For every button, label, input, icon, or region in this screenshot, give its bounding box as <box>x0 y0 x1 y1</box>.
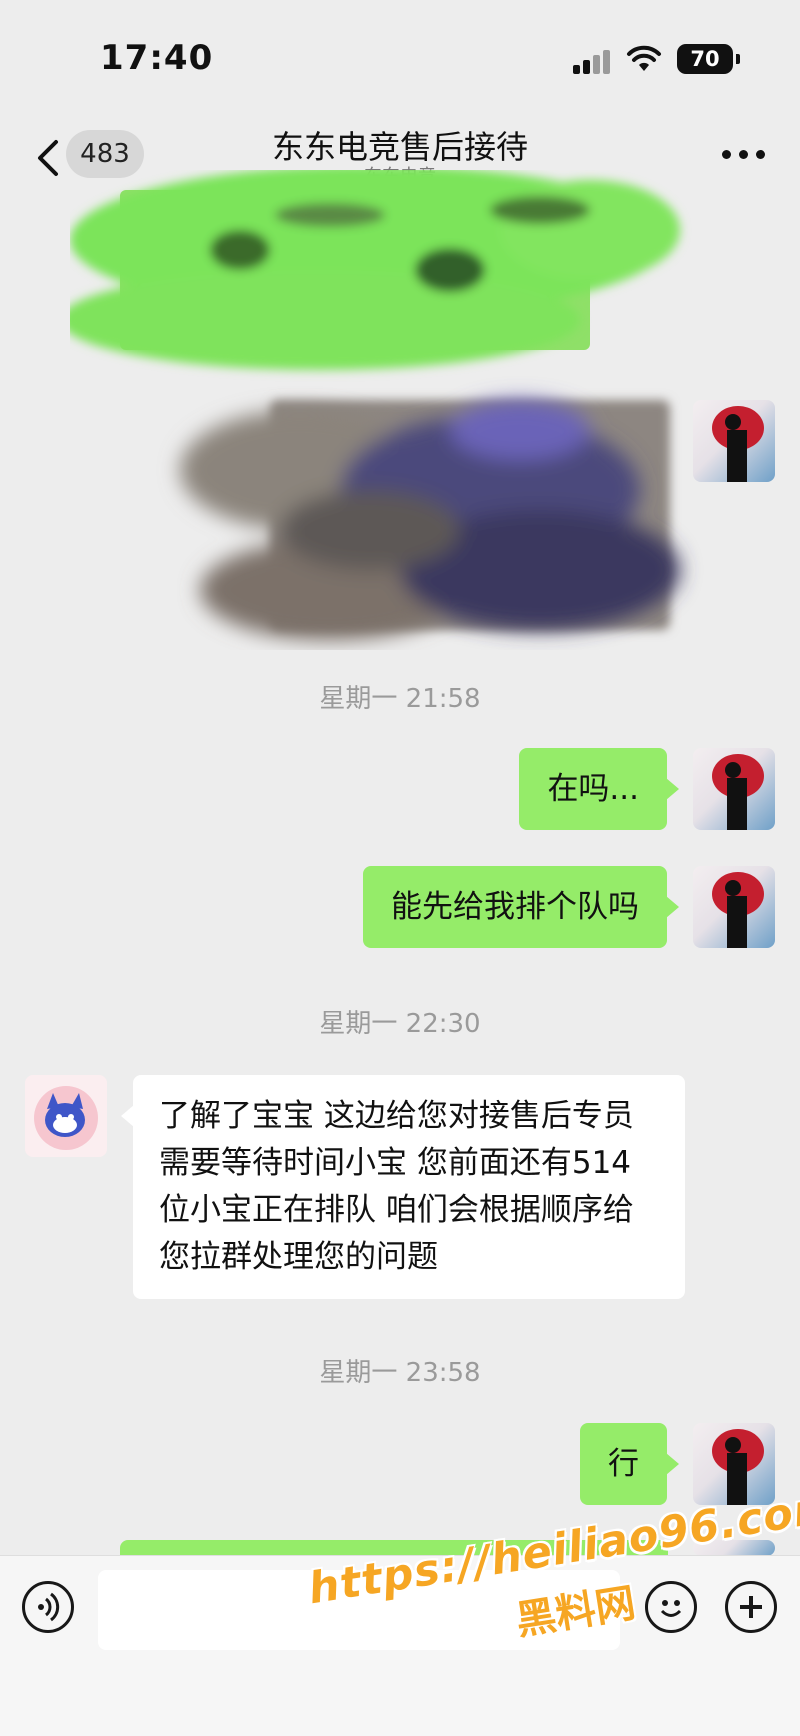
my-avatar[interactable] <box>693 866 775 948</box>
my-message-bubble[interactable]: 行 <box>580 1423 679 1505</box>
service-avatar[interactable] <box>25 1075 107 1157</box>
battery-icon: 70 <box>677 44 740 74</box>
my-message-bubble[interactable]: 能先给我排个队吗 <box>363 866 679 948</box>
my-message-bubble[interactable]: 在吗... <box>519 748 679 830</box>
status-time: 17:40 <box>100 38 214 78</box>
more-icon[interactable] <box>722 150 766 162</box>
my-avatar[interactable] <box>693 400 775 482</box>
timestamp: 星期一 23:58 <box>319 1358 481 1388</box>
timestamp: 星期一 22:30 <box>319 1009 481 1039</box>
voice-icon[interactable] <box>22 1581 74 1633</box>
status-bar: 17:40 70 <box>0 0 800 110</box>
signal-icon <box>573 50 613 74</box>
scribble-redaction <box>70 170 680 640</box>
timestamp: 星期一 21:58 <box>319 684 481 714</box>
incoming-message-bubble[interactable]: 了解了宝宝 这边给您对接售后专员 需要等待时间小宝 您前面还有514位小宝正在排… <box>121 1075 685 1299</box>
wifi-icon <box>627 45 661 71</box>
my-avatar[interactable] <box>693 748 775 830</box>
